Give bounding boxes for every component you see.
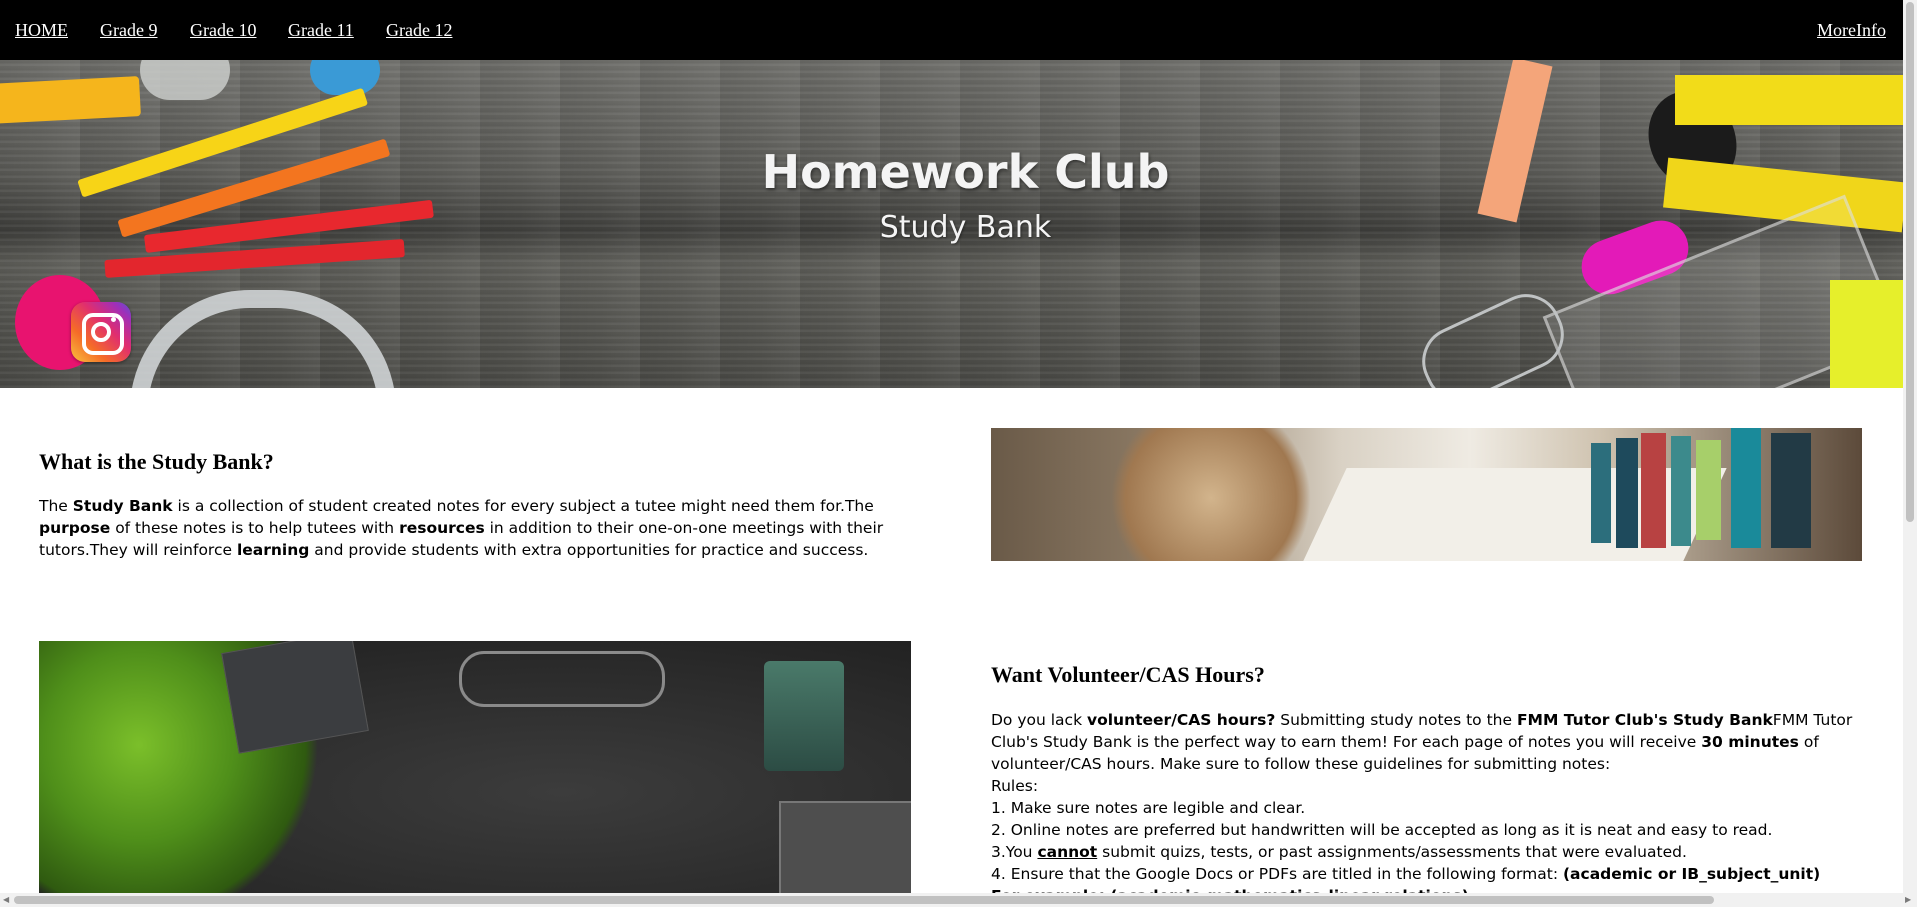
scroll-left-arrow-icon[interactable]: ◀ xyxy=(3,895,9,904)
volunteer-description: Do you lack volunteer/CAS hours? Submitt… xyxy=(991,709,1871,907)
rules-label: Rules: xyxy=(991,777,1039,795)
vertical-scroll-thumb[interactable] xyxy=(1906,2,1914,522)
nav-grade11-link[interactable]: Grade 11 xyxy=(288,19,354,41)
study-bank-description: The Study Bank is a collection of studen… xyxy=(39,497,884,559)
hero-banner: Homework Club Study Bank xyxy=(0,60,1903,388)
rule-item: 1. Make sure notes are legible and clear… xyxy=(991,799,1306,817)
page-subtitle: Study Bank xyxy=(879,210,1052,245)
instagram-icon[interactable] xyxy=(71,302,131,362)
scroll-right-arrow-icon[interactable]: ▶ xyxy=(1905,895,1911,904)
page-title: Homework Club xyxy=(761,144,1170,199)
rule-item: 2. Online notes are preferred but handwr… xyxy=(991,821,1773,839)
book-reading-image xyxy=(991,428,1862,561)
volunteer-heading: Want Volunteer/CAS Hours? xyxy=(991,662,1265,687)
top-navigation: HOME Grade 9 Grade 10 Grade 11 Grade 12 … xyxy=(0,0,1903,60)
nav-grade12-link[interactable]: Grade 12 xyxy=(386,19,452,41)
subjects-chalkboard-image xyxy=(39,641,911,893)
horizontal-scroll-thumb[interactable] xyxy=(14,896,1714,904)
vertical-scrollbar[interactable] xyxy=(1903,0,1917,893)
horizontal-scrollbar[interactable]: ◀ ▶ xyxy=(0,893,1917,907)
nav-grade10-link[interactable]: Grade 10 xyxy=(190,19,256,41)
nav-home-link[interactable]: HOME xyxy=(15,19,68,41)
rule-item: 3.You cannot submit quizs, tests, or pas… xyxy=(991,843,1687,861)
volunteer-intro: Do you lack volunteer/CAS hours? Submitt… xyxy=(991,711,1853,773)
nav-grade9-link[interactable]: Grade 9 xyxy=(100,19,157,41)
nav-moreinfo-link[interactable]: MoreInfo xyxy=(1817,19,1886,41)
rule-item: 4. Ensure that the Google Docs or PDFs a… xyxy=(991,865,1821,883)
study-bank-heading: What is the Study Bank? xyxy=(39,449,274,474)
